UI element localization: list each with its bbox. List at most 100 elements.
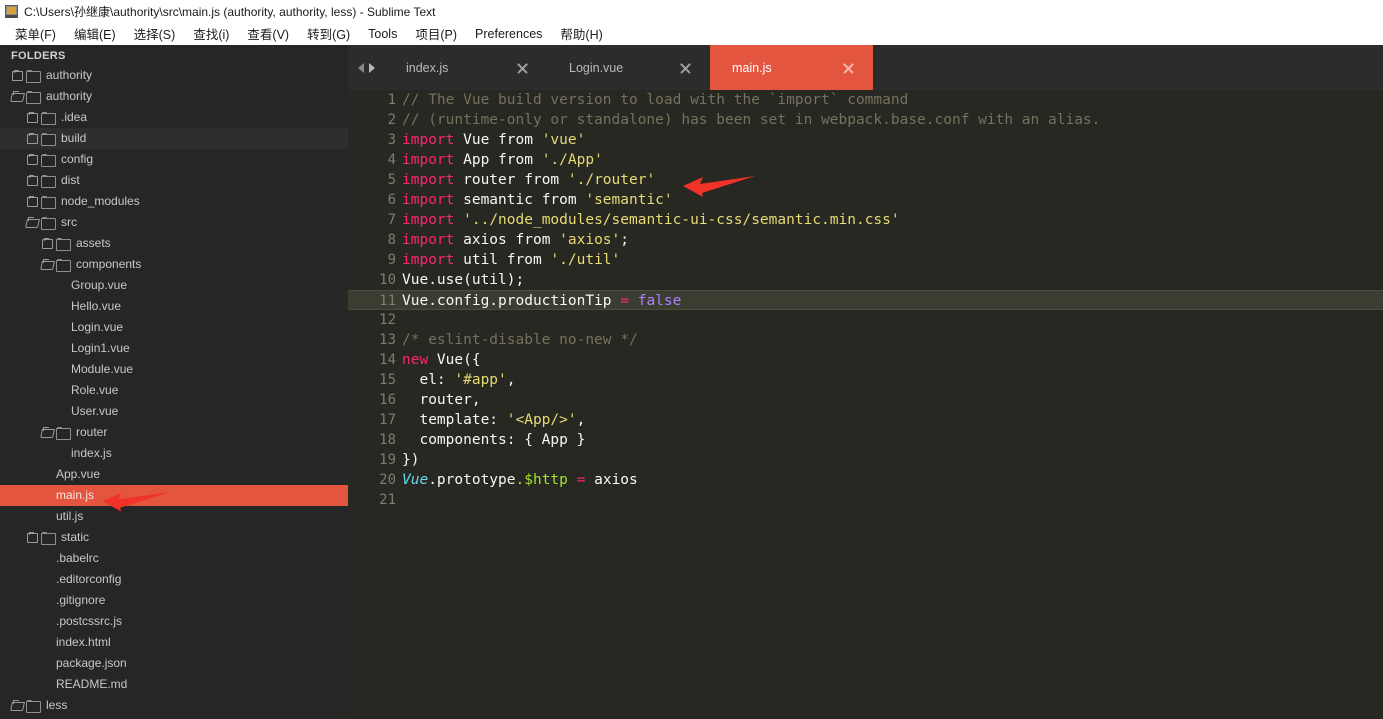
menu-view[interactable]: 查看(V)	[238, 22, 298, 45]
tab-close-icon[interactable]	[516, 61, 529, 74]
code-line[interactable]: 15 el: '#app',	[348, 370, 1383, 390]
code-line[interactable]: 17 template: '<App/>',	[348, 410, 1383, 430]
code-line[interactable]: 18 components: { App }	[348, 430, 1383, 450]
code-text: Vue.config.productionTip = false	[402, 291, 681, 311]
tree-folder-router[interactable]: router	[0, 422, 348, 443]
tab-close-icon[interactable]	[679, 61, 692, 74]
tree-file-postcssrc-js[interactable]: .postcssrc.js	[0, 611, 348, 632]
tree-file-package-json[interactable]: package.json	[0, 653, 348, 674]
code-token: Vue from	[454, 132, 542, 148]
folder-expanded-icon[interactable]	[41, 427, 53, 438]
tab-close-icon[interactable]	[842, 61, 855, 74]
editor-tab-main-js[interactable]: main.js	[710, 45, 873, 90]
code-token: =	[620, 293, 629, 309]
tree-folder-src[interactable]: src	[0, 212, 348, 233]
code-token: '#app'	[454, 372, 507, 388]
tree-file-app-vue[interactable]: App.vue	[0, 464, 348, 485]
code-line[interactable]: 7 import '../node_modules/semantic-ui-css…	[348, 210, 1383, 230]
code-line[interactable]: 19})	[348, 450, 1383, 470]
tree-file-util-js[interactable]: util.js	[0, 506, 348, 527]
folder-collapsed-icon[interactable]	[26, 154, 38, 165]
tree-file-main-js[interactable]: main.js	[0, 485, 348, 506]
tree-folder-authority[interactable]: authority	[0, 86, 348, 107]
tree-folder-authority[interactable]: authority	[0, 65, 348, 86]
folder-expanded-icon[interactable]	[41, 259, 53, 270]
tree-folder-build[interactable]: build	[0, 128, 348, 149]
chevron-right-icon[interactable]	[368, 62, 375, 73]
code-line[interactable]: 16 router,	[348, 390, 1383, 410]
folder-expanded-icon[interactable]	[11, 700, 23, 711]
tree-file-login-vue[interactable]: Login.vue	[0, 317, 348, 338]
editor-tab-login-vue[interactable]: Login.vue	[547, 45, 710, 90]
code-line[interactable]: 10 Vue.use(util);	[348, 270, 1383, 290]
folder-expanded-icon[interactable]	[26, 217, 38, 228]
tree-file-index-js[interactable]: index.js	[0, 443, 348, 464]
tree-file-role-vue[interactable]: Role.vue	[0, 380, 348, 401]
folder-icon	[41, 196, 56, 209]
sublime-text-icon	[5, 4, 18, 18]
tree-folder-less[interactable]: less	[0, 695, 348, 716]
tree-folder-node-modules[interactable]: node_modules	[0, 191, 348, 212]
tree-file-hello-vue[interactable]: Hello.vue	[0, 296, 348, 317]
folder-collapsed-icon[interactable]	[11, 70, 23, 81]
folder-collapsed-icon[interactable]	[26, 196, 38, 207]
tree-file-babelrc[interactable]: .babelrc	[0, 548, 348, 569]
code-line[interactable]: 2 // (runtime-only or standalone) has bee…	[348, 110, 1383, 130]
tree-folder-config[interactable]: config	[0, 149, 348, 170]
folder-expanded-icon[interactable]	[11, 91, 23, 102]
folder-collapsed-icon[interactable]	[41, 238, 53, 249]
code-line[interactable]: 20 Vue.prototype.$http = axios	[348, 470, 1383, 490]
menu-tools[interactable]: Tools	[359, 25, 406, 43]
folder-collapsed-icon[interactable]	[26, 112, 38, 123]
tree-file-group-vue[interactable]: Group.vue	[0, 275, 348, 296]
menu-bar: 菜单(F) 编辑(E) 选择(S) 查找(i) 查看(V) 转到(G) Tools 项目(P)…	[0, 22, 1383, 45]
tree-folder-dist[interactable]: dist	[0, 170, 348, 191]
code-line[interactable]: 5 import router from './router'	[348, 170, 1383, 190]
tree-folder-static[interactable]: static	[0, 527, 348, 548]
tree-folder-components[interactable]: components	[0, 254, 348, 275]
menu-project[interactable]: 项目(P)	[406, 22, 466, 45]
folder-collapsed-icon[interactable]	[26, 175, 38, 186]
code-line[interactable]: 14 new Vue({	[348, 350, 1383, 370]
code-line[interactable]: 12	[348, 310, 1383, 330]
code-text: Vue.use(util);	[402, 270, 524, 290]
sidebar-file-tree[interactable]: FOLDERS authority authority .idea build conf…	[0, 45, 348, 719]
tree-item-label: static	[61, 530, 90, 544]
code-editor[interactable]: 1 // The Vue build version to load with t…	[348, 90, 1383, 719]
tree-file-readme-md[interactable]: README.md	[0, 674, 348, 695]
code-token: import	[402, 252, 455, 268]
code-line[interactable]: 11 Vue.config.productionTip = false	[348, 290, 1383, 310]
folder-collapsed-icon[interactable]	[26, 532, 38, 543]
folder-collapsed-icon[interactable]	[26, 133, 38, 144]
line-number: 11	[379, 293, 396, 309]
tree-file-login1-vue[interactable]: Login1.vue	[0, 338, 348, 359]
code-line[interactable]: 8 import axios from 'axios';	[348, 230, 1383, 250]
tab-nav-buttons[interactable]	[348, 45, 384, 90]
tree-folder-idea[interactable]: .idea	[0, 107, 348, 128]
tree-file-user-vue[interactable]: User.vue	[0, 401, 348, 422]
code-line[interactable]: 9 import util from './util'	[348, 250, 1383, 270]
code-token: // The Vue build version to load with th…	[402, 92, 909, 108]
code-line[interactable]: 6 import semantic from 'semantic'	[348, 190, 1383, 210]
menu-find[interactable]: 查找(i)	[184, 22, 238, 45]
menu-help[interactable]: 帮助(H)	[551, 22, 611, 45]
tree-file-module-vue[interactable]: Module.vue	[0, 359, 348, 380]
chevron-left-icon[interactable]	[357, 62, 364, 73]
tree-file-index-html[interactable]: index.html	[0, 632, 348, 653]
code-line[interactable]: 21	[348, 490, 1383, 510]
code-text: // The Vue build version to load with th…	[402, 90, 908, 110]
code-line[interactable]: 1 // The Vue build version to load with t…	[348, 90, 1383, 110]
editor-tab-index-js[interactable]: index.js	[384, 45, 547, 90]
menu-selection[interactable]: 选择(S)	[125, 22, 185, 45]
tree-file-editorconfig[interactable]: .editorconfig	[0, 569, 348, 590]
line-number: 20	[379, 472, 396, 488]
code-line[interactable]: 4 import App from './App'	[348, 150, 1383, 170]
tree-file-gitignore[interactable]: .gitignore	[0, 590, 348, 611]
menu-preferences[interactable]: Preferences	[466, 25, 551, 43]
menu-edit[interactable]: 编辑(E)	[65, 22, 125, 45]
code-line[interactable]: 13 /* eslint-disable no-new */	[348, 330, 1383, 350]
menu-goto[interactable]: 转到(G)	[298, 22, 359, 45]
menu-file[interactable]: 菜单(F)	[6, 22, 65, 45]
tree-folder-assets[interactable]: assets	[0, 233, 348, 254]
code-line[interactable]: 3 import Vue from 'vue'	[348, 130, 1383, 150]
